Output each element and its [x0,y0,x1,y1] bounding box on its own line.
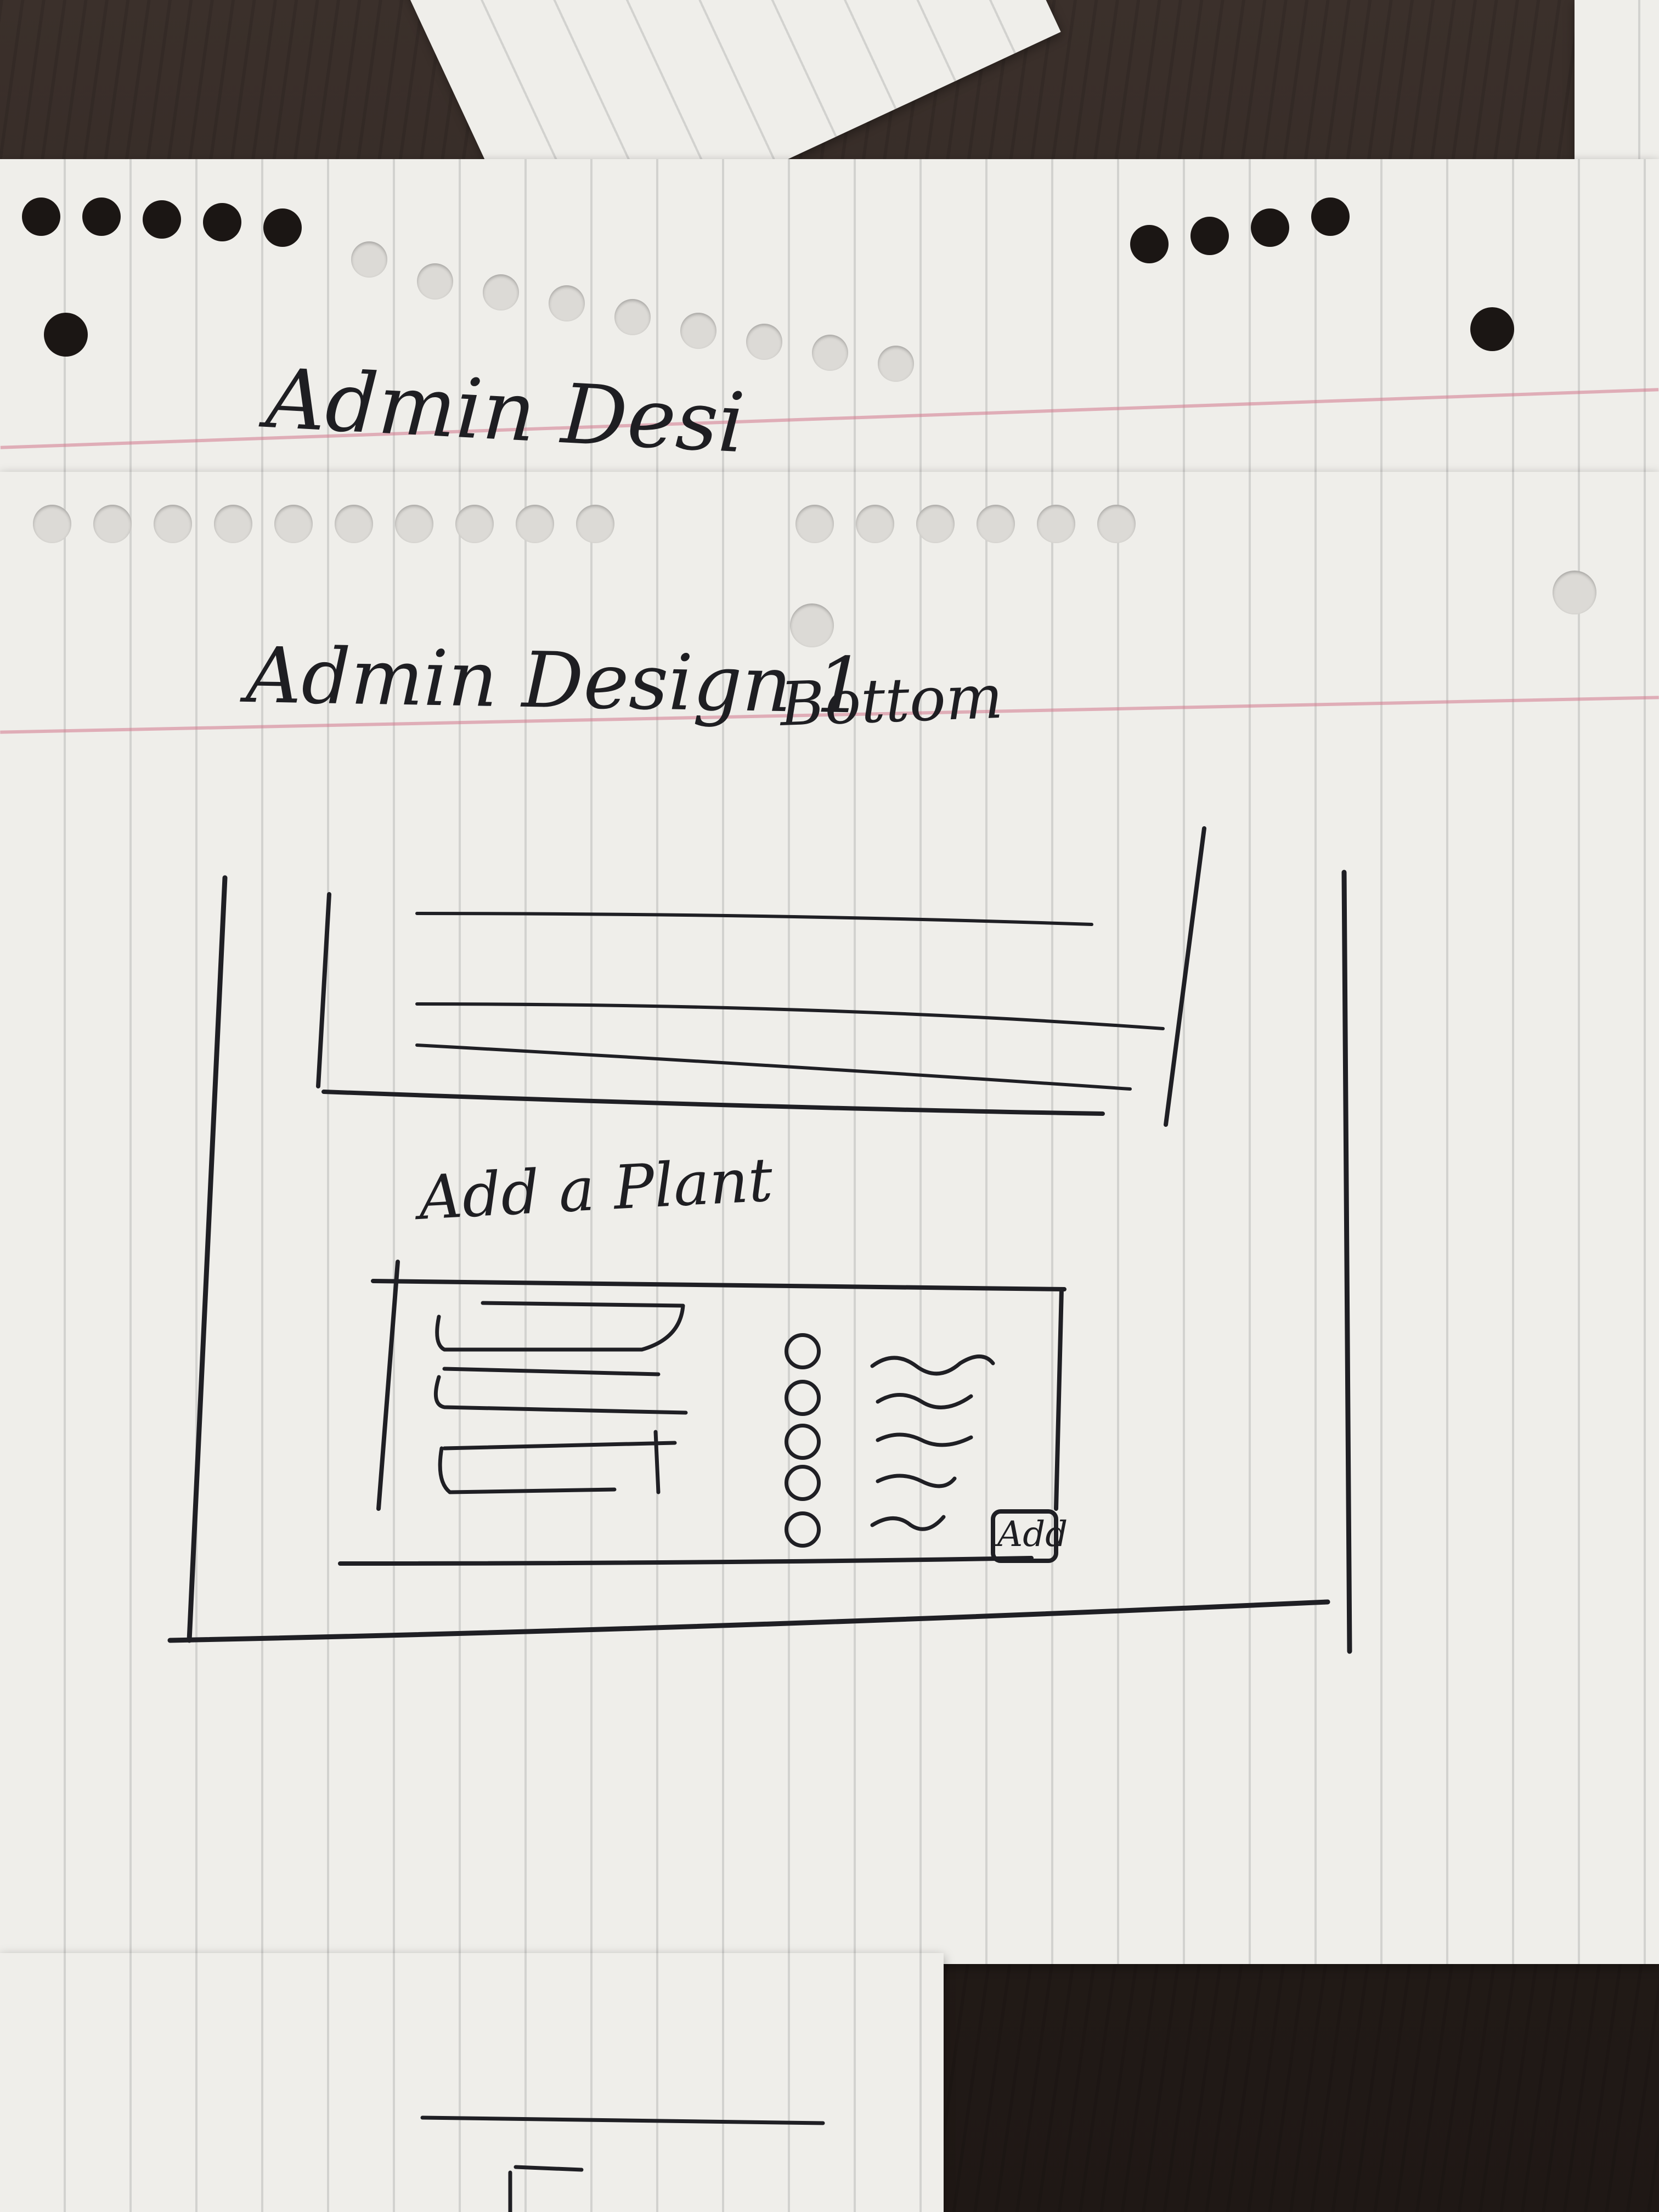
bottom-sheet-sketch [420,2115,825,2212]
